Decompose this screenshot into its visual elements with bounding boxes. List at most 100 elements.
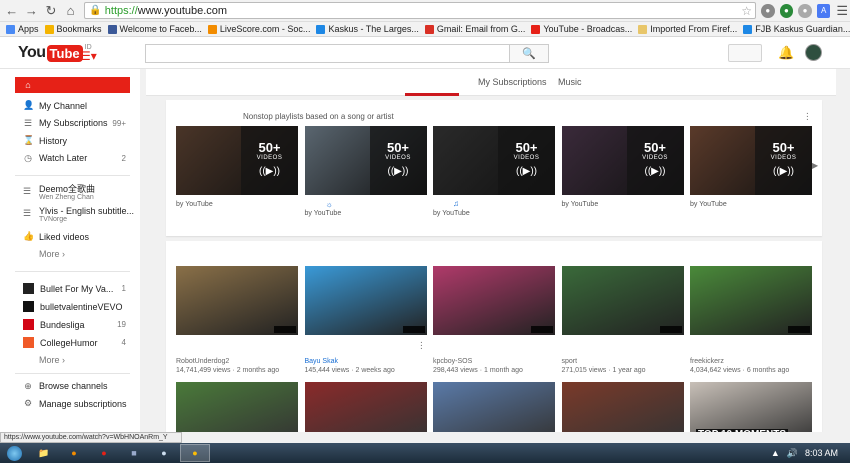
home-icon[interactable]: ⌂ xyxy=(63,3,79,19)
bookmark-item[interactable]: Imported From Firef... xyxy=(638,24,737,34)
playlist-author[interactable]: by YouTube xyxy=(433,210,470,217)
playlist-thumbnail[interactable]: 50+ VIDEOS ((▶)) xyxy=(304,126,427,195)
video-channel[interactable]: sport xyxy=(562,358,578,365)
video-card[interactable]: freekickerz 4,034,642 views · 6 months ag… xyxy=(690,266,812,376)
video-thumbnail[interactable] xyxy=(433,266,555,335)
video-channel[interactable]: freekickerz xyxy=(690,358,724,365)
bookmark-item[interactable]: Bookmarks xyxy=(44,24,102,34)
playlist-thumbnail[interactable]: 50+ VIDEOS ((▶)) xyxy=(176,126,298,195)
sidebar-subscription[interactable]: Bundesliga 19 xyxy=(0,316,140,334)
chrome-icon[interactable]: ● xyxy=(180,444,210,462)
address-bar[interactable]: 🔒 https:// www.youtube.com ☆ xyxy=(84,2,756,19)
history-icon: ⌛ xyxy=(23,135,35,146)
volume-icon[interactable]: 🔊 xyxy=(787,448,798,459)
extension-icon[interactable]: ● xyxy=(779,3,794,18)
playlist-card[interactable]: 50+ VIDEOS ((▶)) by YouTube xyxy=(690,126,812,226)
video-card[interactable]: kpcboy-SOS 298,443 views · 1 month ago xyxy=(433,266,555,376)
video-thumbnail[interactable] xyxy=(561,266,684,335)
video-card[interactable]: Bayu Skak 145,444 views · 2 weeks ago xyxy=(304,266,427,376)
tab-music[interactable]: Music xyxy=(558,77,582,87)
sidebar-more-link[interactable]: More › xyxy=(0,246,140,263)
steam-icon[interactable]: ● xyxy=(150,444,178,462)
playlist-card[interactable]: 50+ VIDEOS ((▶)) by YouTube xyxy=(561,126,684,226)
more-options-icon[interactable]: ... xyxy=(420,336,423,352)
tab-my-subscriptions[interactable]: My Subscriptions xyxy=(478,77,547,87)
playlist-author[interactable]: by YouTube xyxy=(305,210,342,217)
sidebar-item-my-channel[interactable]: 👤 My Channel xyxy=(0,97,140,115)
video-thumbnail[interactable] xyxy=(176,266,298,335)
forward-arrow-icon[interactable]: → xyxy=(24,3,40,19)
video-thumbnail[interactable] xyxy=(690,266,812,335)
back-arrow-icon[interactable]: ← xyxy=(4,3,20,19)
shelf-next-arrow-icon[interactable]: ▶ xyxy=(812,161,818,170)
playlist-author[interactable]: by YouTube xyxy=(562,201,599,208)
playlist-author[interactable]: by YouTube xyxy=(176,201,213,208)
playlist-card[interactable]: 50+ VIDEOS ((▶)) ♫ by YouTube xyxy=(433,126,555,226)
clock[interactable]: 8:03 AM xyxy=(805,448,838,458)
sidebar-item-liked-videos[interactable]: 👍 Liked videos xyxy=(0,228,140,246)
video-channel[interactable]: Bayu Skak xyxy=(305,358,338,365)
video-card[interactable]: sport 271,015 views · 1 year ago xyxy=(561,266,684,376)
search-input[interactable] xyxy=(145,44,510,63)
playlist-card[interactable]: 50+ VIDEOS ((▶)) by YouTube xyxy=(176,126,298,226)
bookmark-item[interactable]: Gmail: Email from G... xyxy=(424,24,525,34)
video-card[interactable]: TOP 10 MOMENTS xyxy=(690,382,812,432)
extension-icon[interactable]: ● xyxy=(760,3,775,18)
extension-icon[interactable]: ● xyxy=(798,3,812,18)
guide-menu-icon[interactable]: ☰▾ xyxy=(80,49,97,63)
bookmark-item[interactable]: Welcome to Faceb... xyxy=(107,24,202,34)
menu-icon[interactable]: ☰ xyxy=(834,3,850,19)
sidebar-playlist[interactable]: ☰ Deemo全歌曲 Wen Zheng Chan xyxy=(0,184,140,206)
bookmark-star-icon[interactable]: ☆ xyxy=(741,4,755,18)
playlist-card[interactable]: 50+ VIDEOS ((▶)) ☼ by YouTube xyxy=(304,126,427,226)
video-thumbnail[interactable] xyxy=(561,382,684,432)
video-thumbnail[interactable]: TOP 10 MOMENTS xyxy=(690,382,812,432)
sidebar-subscription[interactable]: bulletvalentineVEVO xyxy=(0,298,140,316)
sidebar-more-link[interactable]: More › xyxy=(0,352,140,369)
sidebar-item-history[interactable]: ⌛ History xyxy=(0,132,140,150)
video-card[interactable] xyxy=(561,382,684,432)
sidebar-item-browse-channels[interactable]: ⊕ Browse channels xyxy=(0,378,140,396)
sidebar-item-home[interactable]: ⌂ xyxy=(15,77,130,93)
video-thumbnail[interactable] xyxy=(304,266,427,335)
explorer-icon[interactable]: 📁 xyxy=(30,444,58,462)
bookmark-item[interactable]: Kaskus - The Larges... xyxy=(316,24,419,34)
translate-icon[interactable]: A xyxy=(816,3,831,18)
firefox-icon[interactable]: ● xyxy=(60,444,88,462)
mix-icon: ((▶)) xyxy=(387,166,409,177)
playlist-shelf: Nonstop playlists based on a song or art… xyxy=(166,100,822,236)
bookmark-item[interactable]: Apps xyxy=(6,24,39,34)
app-icon[interactable]: ■ xyxy=(120,444,148,462)
bookmark-item[interactable]: FJB Kaskus Guardian... xyxy=(743,24,850,34)
search-button[interactable]: 🔍 xyxy=(509,44,549,63)
video-channel[interactable]: kpcboy-SOS xyxy=(433,358,472,365)
video-thumbnail[interactable] xyxy=(304,382,427,432)
start-button[interactable] xyxy=(0,444,28,462)
playlist-author[interactable]: by YouTube xyxy=(690,201,727,208)
video-thumbnail[interactable] xyxy=(433,382,555,432)
video-card[interactable]: RobotUnderdog2 14,741,499 views · 2 month… xyxy=(176,266,298,376)
video-card[interactable] xyxy=(304,382,427,432)
sidebar-item-my-subscriptions[interactable]: ☰ My Subscriptions 99+ xyxy=(0,115,140,133)
notifications-bell-icon[interactable]: 🔔 xyxy=(778,45,794,61)
opera-icon[interactable]: ● xyxy=(90,444,118,462)
sidebar-item-watch-later[interactable]: ◷ Watch Later 2 xyxy=(0,150,140,168)
sidebar-subscription[interactable]: Bullet For My Va... 1 xyxy=(0,280,140,298)
playlist-thumbnail[interactable]: 50+ VIDEOS ((▶)) xyxy=(690,126,812,195)
network-icon[interactable]: ▲ xyxy=(771,448,780,458)
video-thumbnail[interactable] xyxy=(176,382,298,432)
sidebar-item-manage-subscriptions[interactable]: ⚙ Manage subscriptions xyxy=(0,395,140,413)
bookmark-item[interactable]: YouTube - Broadcas... xyxy=(531,24,632,34)
video-card[interactable] xyxy=(433,382,555,432)
sidebar-playlist[interactable]: ☰ Ylvis - English subtitle... TVNorge xyxy=(0,206,140,228)
sidebar-subscription[interactable]: CollegeHumor 4 xyxy=(0,334,140,352)
more-options-icon[interactable]: ... xyxy=(806,107,809,123)
avatar[interactable] xyxy=(805,44,822,61)
playlist-thumbnail[interactable]: 50+ VIDEOS ((▶)) xyxy=(561,126,684,195)
upload-button[interactable] xyxy=(728,44,762,62)
playlist-thumbnail[interactable]: 50+ VIDEOS ((▶)) xyxy=(433,126,555,195)
video-card[interactable] xyxy=(176,382,298,432)
reload-icon[interactable]: ↻ xyxy=(43,3,59,19)
video-channel[interactable]: RobotUnderdog2 xyxy=(176,358,229,365)
bookmark-item[interactable]: LiveScore.com - Soc... xyxy=(207,24,310,34)
